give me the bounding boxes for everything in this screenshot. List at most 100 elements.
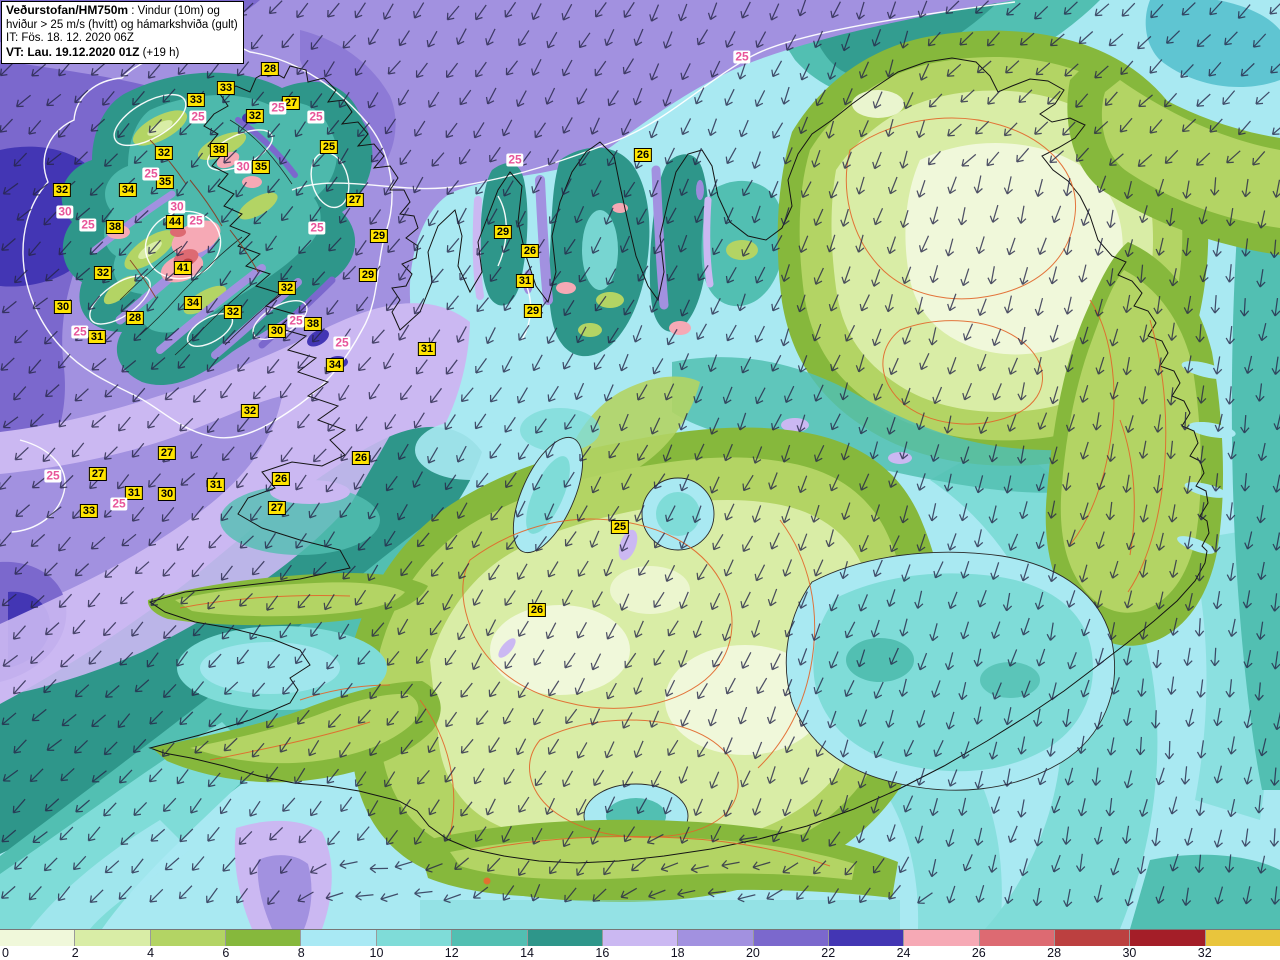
legend-line-4: VT: Lau. 19.12.2020 01Z (+19 h) — [6, 44, 180, 59]
colorbar-tick: 32 — [1197, 946, 1212, 960]
colorbar-segment — [1205, 930, 1280, 947]
gust-max-label: 26 — [527, 603, 547, 617]
colorbar-tick: 30 — [1122, 946, 1137, 960]
weather-map-canvas — [0, 0, 1280, 929]
gust-max-label: 27 — [157, 446, 177, 460]
wind-contour-label: 25 — [307, 109, 325, 124]
gust-max-label: 30 — [53, 300, 73, 314]
map-legend-box: Veðurstofan/HM750m : Vindur (10m) og hvi… — [1, 1, 244, 64]
gust-max-label: 38 — [105, 220, 125, 234]
colorbar-segment — [527, 930, 603, 947]
gust-max-label: 26 — [633, 148, 653, 162]
gust-max-label: 27 — [88, 467, 108, 481]
gust-max-label: 32 — [240, 404, 260, 418]
gust-max-label: 38 — [303, 317, 323, 331]
colorbar-tick: 2 — [71, 946, 79, 960]
gust-max-label: 25 — [610, 520, 630, 534]
gust-max-label: 34 — [118, 183, 138, 197]
weather-map-screenshot: 28 33 33 27 32 25 38 32 35 35 34 32 27 44 38 29 41 32 29 32… — [0, 0, 1280, 960]
wind-contour-label: 25 — [189, 109, 207, 124]
colorbar-segment — [0, 930, 76, 947]
colorbar-tick: 22 — [821, 946, 836, 960]
gust-max-label: 41 — [173, 261, 193, 275]
wind-contour-label: 25 — [733, 49, 751, 64]
wind-contour-label: 25 — [333, 335, 351, 350]
wind-contour-label: 25 — [287, 313, 305, 328]
colorbar-segment — [376, 930, 453, 947]
gust-max-label: 29 — [493, 225, 513, 239]
wind-contour-label: 25 — [187, 213, 205, 228]
colorbar-segment — [602, 930, 679, 947]
gust-max-label: 28 — [260, 62, 280, 76]
wind-contour-label: 25 — [110, 496, 128, 511]
gust-max-label: 28 — [125, 311, 145, 325]
wind-contour-label: 25 — [308, 220, 326, 235]
gust-max-label: 33 — [79, 504, 99, 518]
colorbar-tick: 6 — [222, 946, 230, 960]
gust-max-label: 25 — [319, 140, 339, 154]
colorbar-tick-labels: 0 2 4 6 8 10 12 14 16 18 20 22 24 26 28 30 32 — [0, 946, 1280, 960]
wind-contour-label: 30 — [168, 199, 186, 214]
colorbar-segment — [1130, 930, 1206, 947]
colorbar-segment — [75, 930, 151, 947]
gust-max-label: 26 — [520, 244, 540, 258]
gust-max-label: 44 — [165, 215, 185, 229]
colorbar-segment — [301, 930, 377, 947]
gust-max-label: 35 — [251, 160, 271, 174]
gust-max-label: 31 — [124, 486, 144, 500]
colorbar-tick: 4 — [147, 946, 155, 960]
colorbar-segment — [150, 930, 227, 947]
wind-contour-label: 30 — [56, 204, 74, 219]
legend-line-3: IT: Fös. 18. 12. 2020 06Z — [6, 32, 134, 44]
colorbar-tick: 8 — [297, 946, 305, 960]
wind-contour-label: 25 — [79, 217, 97, 232]
colorbar-segment — [828, 930, 905, 947]
gust-max-label: 31 — [515, 274, 535, 288]
gust-max-label: 31 — [206, 478, 226, 492]
colorbar-tick: 12 — [444, 946, 459, 960]
wind-contour-label: 25 — [269, 100, 287, 115]
gust-max-label: 30 — [157, 487, 177, 501]
gust-max-label: 32 — [154, 146, 174, 160]
gust-max-label: 29 — [523, 304, 543, 318]
colorbar-segment — [904, 930, 980, 947]
colorbar-segment — [753, 930, 829, 947]
colorbar-tick: 26 — [971, 946, 986, 960]
colorbar-tick: 18 — [670, 946, 685, 960]
legend-line-2: hviður > 25 m/s (hvítt) og hámarkshviða … — [6, 18, 238, 31]
colorbar-tick: 10 — [369, 946, 384, 960]
gust-max-label: 27 — [267, 501, 287, 515]
wind-contour-label: 25 — [44, 468, 62, 483]
gust-max-label: 27 — [345, 193, 365, 207]
gust-max-label: 29 — [358, 268, 378, 282]
wind-speed-colorbar — [0, 929, 1280, 947]
gust-max-label: 33 — [216, 81, 236, 95]
gust-max-label: 31 — [87, 330, 107, 344]
gust-max-label: 32 — [223, 305, 243, 319]
gust-max-label: 32 — [245, 109, 265, 123]
colorbar-segment — [979, 930, 1056, 947]
gust-max-label: 32 — [93, 266, 113, 280]
wind-contour-label: 25 — [142, 166, 160, 181]
gust-max-label: 34 — [183, 296, 203, 310]
legend-line-1: Veðurstofan/HM750m : Vindur (10m) og — [6, 3, 220, 17]
gust-max-label: 29 — [369, 229, 389, 243]
gust-max-label: 30 — [267, 324, 287, 338]
colorbar-segment — [452, 930, 528, 947]
gust-max-label: 33 — [186, 93, 206, 107]
colorbar-tick: 20 — [745, 946, 760, 960]
colorbar-tick: 0 — [2, 946, 9, 960]
gust-max-label: 26 — [351, 451, 371, 465]
colorbar-segment — [1055, 930, 1131, 947]
colorbar-tick: 28 — [1047, 946, 1062, 960]
gust-max-label: 32 — [52, 183, 72, 197]
gust-max-label: 34 — [325, 358, 345, 372]
colorbar-tick: 24 — [896, 946, 911, 960]
wind-contour-label: 25 — [506, 152, 524, 167]
gust-max-label: 38 — [209, 143, 229, 157]
colorbar-segment — [226, 930, 302, 947]
map-area: 28 33 33 27 32 25 38 32 35 35 34 32 27 44 38 29 41 32 29 32… — [0, 0, 1280, 929]
wind-contour-label: 25 — [71, 324, 89, 339]
colorbar-tick: 16 — [595, 946, 610, 960]
colorbar-segment — [678, 930, 754, 947]
